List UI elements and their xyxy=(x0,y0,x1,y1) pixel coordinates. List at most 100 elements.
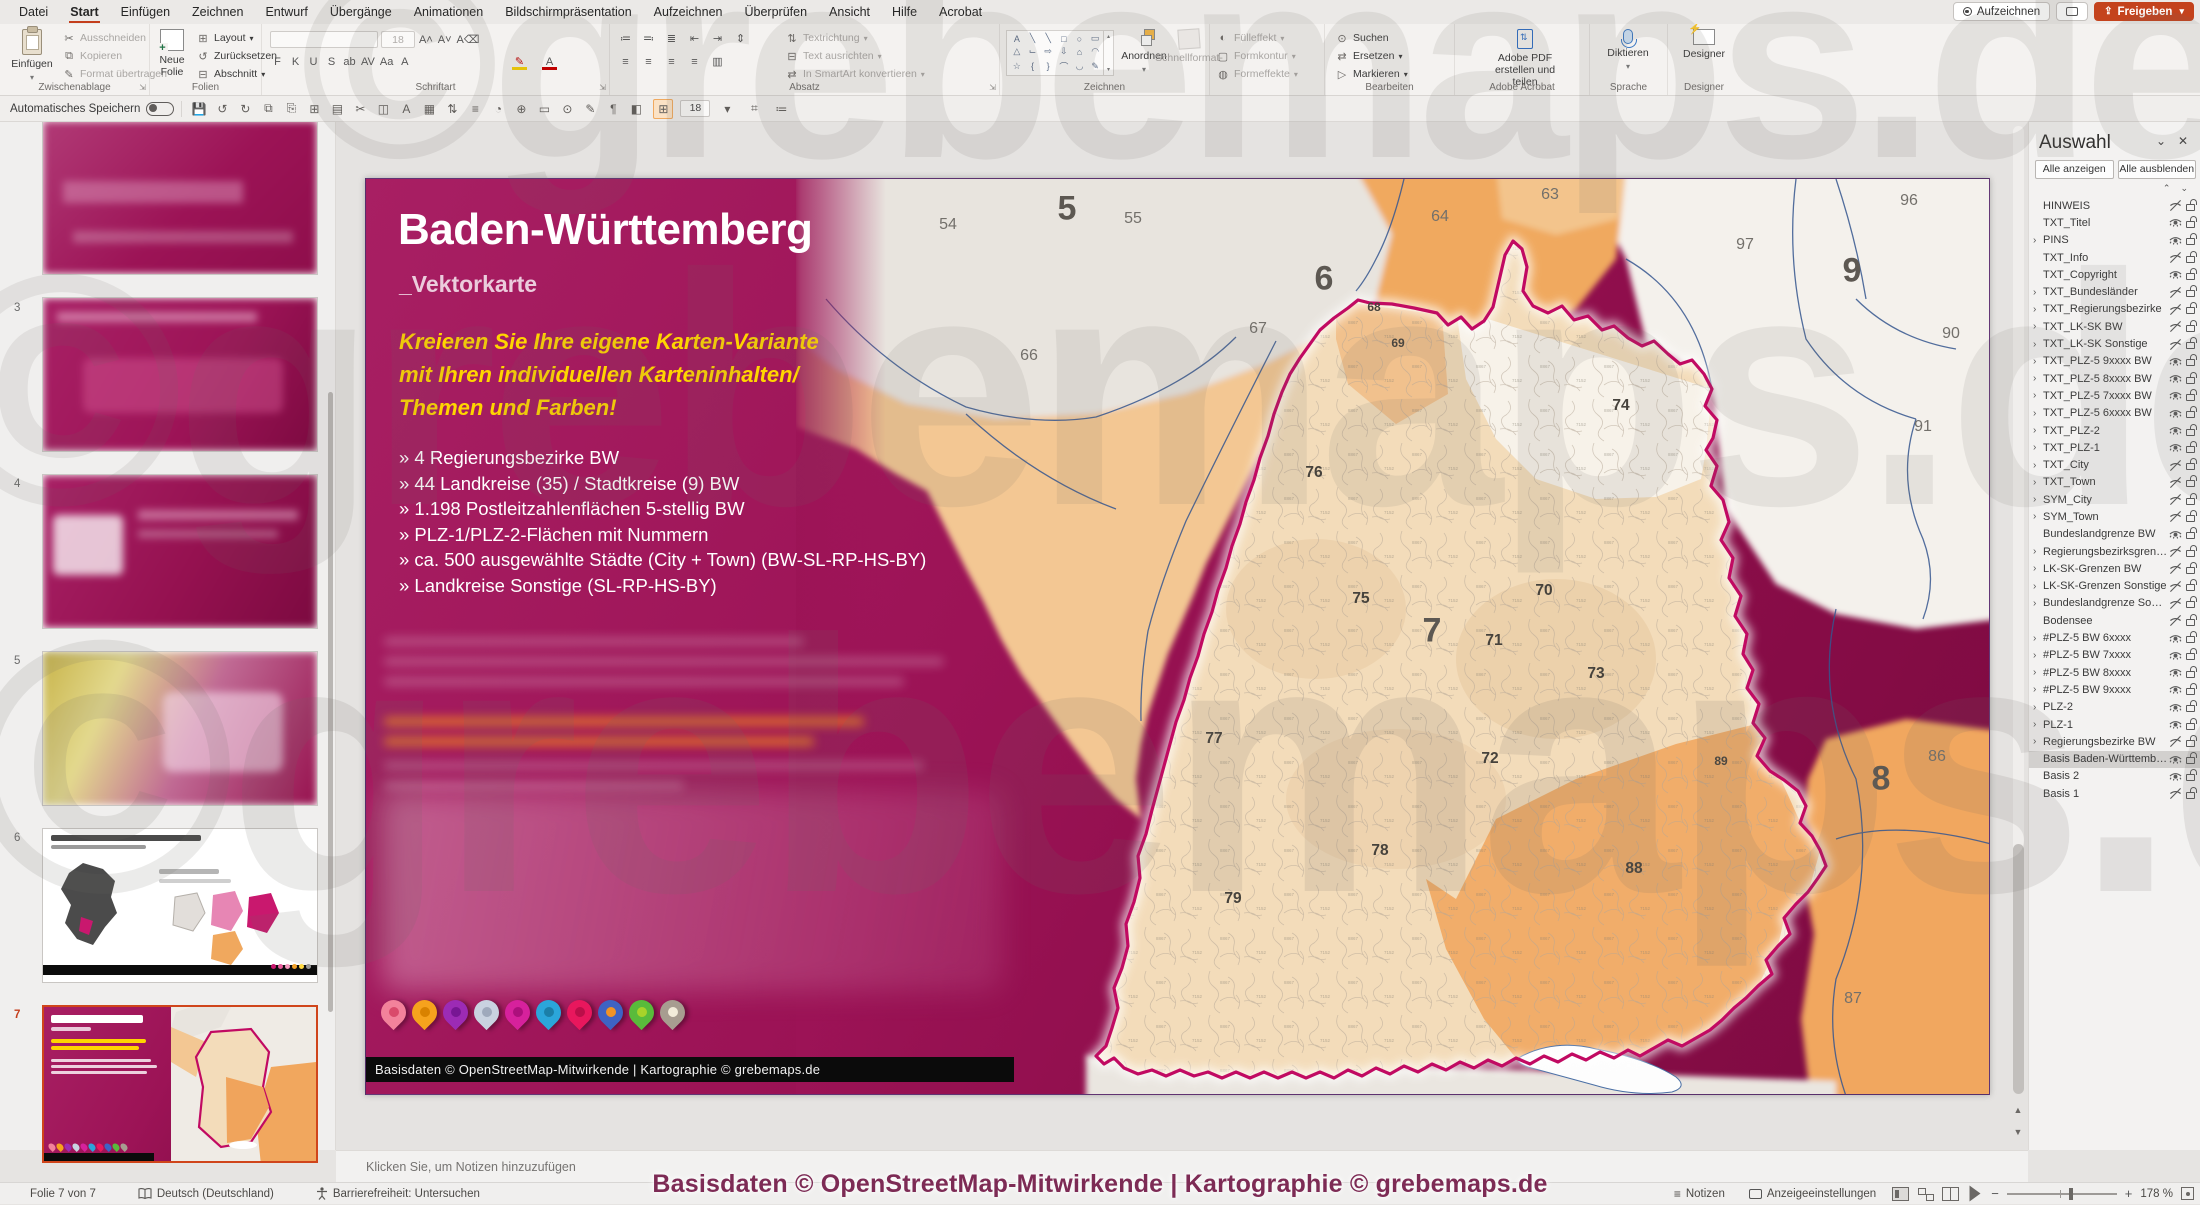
align-button[interactable]: ≡ xyxy=(641,54,656,70)
font-style-button[interactable]: A xyxy=(397,54,412,70)
next-slide-button[interactable]: ▼ xyxy=(2011,1122,2025,1142)
reading-view-button[interactable] xyxy=(1942,1186,1960,1201)
zoom-out-icon[interactable]: − xyxy=(1991,1186,1999,1201)
shape-fill-button[interactable]: ◐ Fülleffekt ▾ xyxy=(1216,30,1298,46)
toolbar-icon[interactable]: ↺ xyxy=(212,99,232,119)
expand-chevron-icon[interactable]: › xyxy=(2033,511,2043,522)
unlock-icon[interactable] xyxy=(2186,250,2197,263)
display-settings-button[interactable]: Anzeigeeinstellungen xyxy=(1741,1183,1884,1205)
visibility-toggle-icon[interactable] xyxy=(2168,268,2183,281)
unlock-icon[interactable] xyxy=(2186,596,2197,609)
hide-all-button[interactable]: Alle ausblenden xyxy=(2117,160,2196,179)
toolbar-icon-active[interactable]: ⊞ xyxy=(653,98,674,119)
unlock-icon[interactable] xyxy=(2186,354,2197,367)
visibility-toggle-icon[interactable] xyxy=(2168,424,2183,437)
align-button[interactable]: ▥ xyxy=(710,54,725,70)
unlock-icon[interactable] xyxy=(2186,648,2197,661)
paste-button[interactable]: Einfügen ▾ xyxy=(4,24,60,82)
visibility-toggle-icon[interactable] xyxy=(2168,476,2183,489)
toolbar-icon[interactable]: ✎ xyxy=(580,99,600,119)
font-style-button[interactable]: K xyxy=(288,54,303,70)
visibility-toggle-icon[interactable] xyxy=(2168,407,2183,420)
expand-chevron-icon[interactable]: › xyxy=(2033,304,2043,315)
visibility-toggle-icon[interactable] xyxy=(2168,528,2183,541)
toolbar-icon[interactable]: ⊙ xyxy=(557,99,577,119)
shape-icon[interactable]: ▭ xyxy=(1091,33,1100,44)
move-up-icon[interactable]: ⌃ xyxy=(2163,183,2171,194)
visibility-toggle-icon[interactable] xyxy=(2168,701,2183,714)
list-format-button[interactable]: ≔ xyxy=(618,31,633,47)
unlock-icon[interactable] xyxy=(2186,734,2197,747)
expand-chevron-icon[interactable]: › xyxy=(2033,633,2043,644)
layer-row[interactable]: › #PLZ-5 BW 7xxxx xyxy=(2029,647,2200,664)
font-style-button[interactable]: U xyxy=(306,54,321,70)
slide-thumbnail-3[interactable] xyxy=(42,297,318,452)
unlock-icon[interactable] xyxy=(2186,371,2197,384)
toolbar-icon[interactable]: ◧ xyxy=(626,99,646,119)
slide[interactable]: 7152 8867 xyxy=(365,178,1990,1095)
shape-icon[interactable]: } xyxy=(1047,61,1050,71)
layer-row[interactable]: › HINWEIS xyxy=(2029,197,2200,214)
unlock-icon[interactable] xyxy=(2186,579,2197,592)
expand-chevron-icon[interactable]: › xyxy=(2033,356,2043,367)
layer-row[interactable]: › TXT_PLZ-2 xyxy=(2029,422,2200,439)
visibility-toggle-icon[interactable] xyxy=(2168,632,2183,645)
layer-row[interactable]: › TXT_LK-SK BW xyxy=(2029,318,2200,335)
grow-font-button[interactable]: A˄ xyxy=(418,32,434,48)
slideshow-view-button[interactable] xyxy=(1969,1185,1981,1202)
expand-chevron-icon[interactable]: › xyxy=(2033,581,2043,592)
expand-chevron-icon[interactable]: › xyxy=(2033,598,2043,609)
toolbar-icon[interactable]: ≔ xyxy=(771,99,791,119)
layer-row[interactable]: › Regierungsbezirksgrenzen ... xyxy=(2029,543,2200,560)
toolbar-icon[interactable]: ◔ xyxy=(488,99,508,119)
find-button[interactable]: ⊙ Suchen xyxy=(1335,30,1408,46)
adobe-pdf-button[interactable]: Adobe PDFerstellen und teilen xyxy=(1485,24,1565,88)
unlock-icon[interactable] xyxy=(2186,527,2197,540)
spellcheck-status[interactable]: Deutsch (Deutschland) xyxy=(130,1183,282,1205)
shape-icon[interactable]: ◡ xyxy=(1076,61,1084,72)
layer-row[interactable]: › TXT_LK-SK Sonstige xyxy=(2029,335,2200,352)
unlock-icon[interactable] xyxy=(2186,337,2197,350)
share-button[interactable]: ⇪ Freigeben ▾ xyxy=(2094,2,2194,21)
menu-tab[interactable]: Animationen xyxy=(403,1,495,23)
unlock-icon[interactable] xyxy=(2186,613,2197,626)
visibility-toggle-icon[interactable] xyxy=(2168,787,2183,800)
font-style-button[interactable]: AV xyxy=(360,54,376,70)
slide-thumbnail-4[interactable] xyxy=(42,474,318,629)
layer-row[interactable]: › SYM_Town xyxy=(2029,508,2200,525)
comments-button[interactable] xyxy=(2056,2,2089,21)
slide-sorter-view-button[interactable] xyxy=(1917,1187,1935,1201)
visibility-toggle-icon[interactable] xyxy=(2168,286,2183,299)
visibility-toggle-icon[interactable] xyxy=(2168,493,2183,506)
shape-icon[interactable]: { xyxy=(1031,61,1034,71)
visibility-toggle-icon[interactable] xyxy=(2168,441,2183,454)
layer-row[interactable]: › PLZ-2 xyxy=(2029,699,2200,716)
menu-tab[interactable]: Datei xyxy=(8,1,59,23)
shape-icon[interactable]: △ xyxy=(1013,46,1020,57)
list-format-button[interactable]: ≕ xyxy=(641,31,656,47)
shape-icon[interactable]: ✎ xyxy=(1091,61,1099,72)
layer-row[interactable]: › #PLZ-5 BW 8xxxx xyxy=(2029,664,2200,681)
font-size-input[interactable]: 18 xyxy=(381,31,415,48)
shape-icon[interactable]: ◠ xyxy=(1091,46,1099,57)
expand-chevron-icon[interactable]: › xyxy=(2033,460,2043,471)
accessibility-status[interactable]: Barrierefreiheit: Untersuchen xyxy=(308,1183,488,1205)
layer-row[interactable]: › TXT_Regierungsbezirke xyxy=(2029,301,2200,318)
shape-icon[interactable]: ⌂ xyxy=(1077,47,1082,57)
unlock-icon[interactable] xyxy=(2186,509,2197,522)
shape-icon[interactable]: ⇩ xyxy=(1060,46,1068,57)
zoom-slider[interactable] xyxy=(2006,1187,2117,1200)
toolbar-icon[interactable]: 💾 xyxy=(189,99,209,119)
layer-row[interactable]: › Basis 1 xyxy=(2029,785,2200,802)
layer-row[interactable]: › TXT_PLZ-1 xyxy=(2029,439,2200,456)
layer-row[interactable]: › PLZ-1 xyxy=(2029,716,2200,733)
unlock-icon[interactable] xyxy=(2186,319,2197,332)
font-style-button[interactable]: ab xyxy=(342,54,357,70)
align-text-button[interactable]: ⊟ Text ausrichten ▾ xyxy=(785,48,925,64)
shape-outline-button[interactable]: ▢ Formkontur ▾ xyxy=(1216,48,1298,64)
font-name-input[interactable] xyxy=(270,31,378,48)
unlock-icon[interactable] xyxy=(2186,215,2197,228)
toolbar-icon[interactable]: ¶ xyxy=(603,99,623,119)
expand-chevron-icon[interactable]: › xyxy=(2033,425,2043,436)
menu-tab[interactable]: Einfügen xyxy=(110,1,181,23)
